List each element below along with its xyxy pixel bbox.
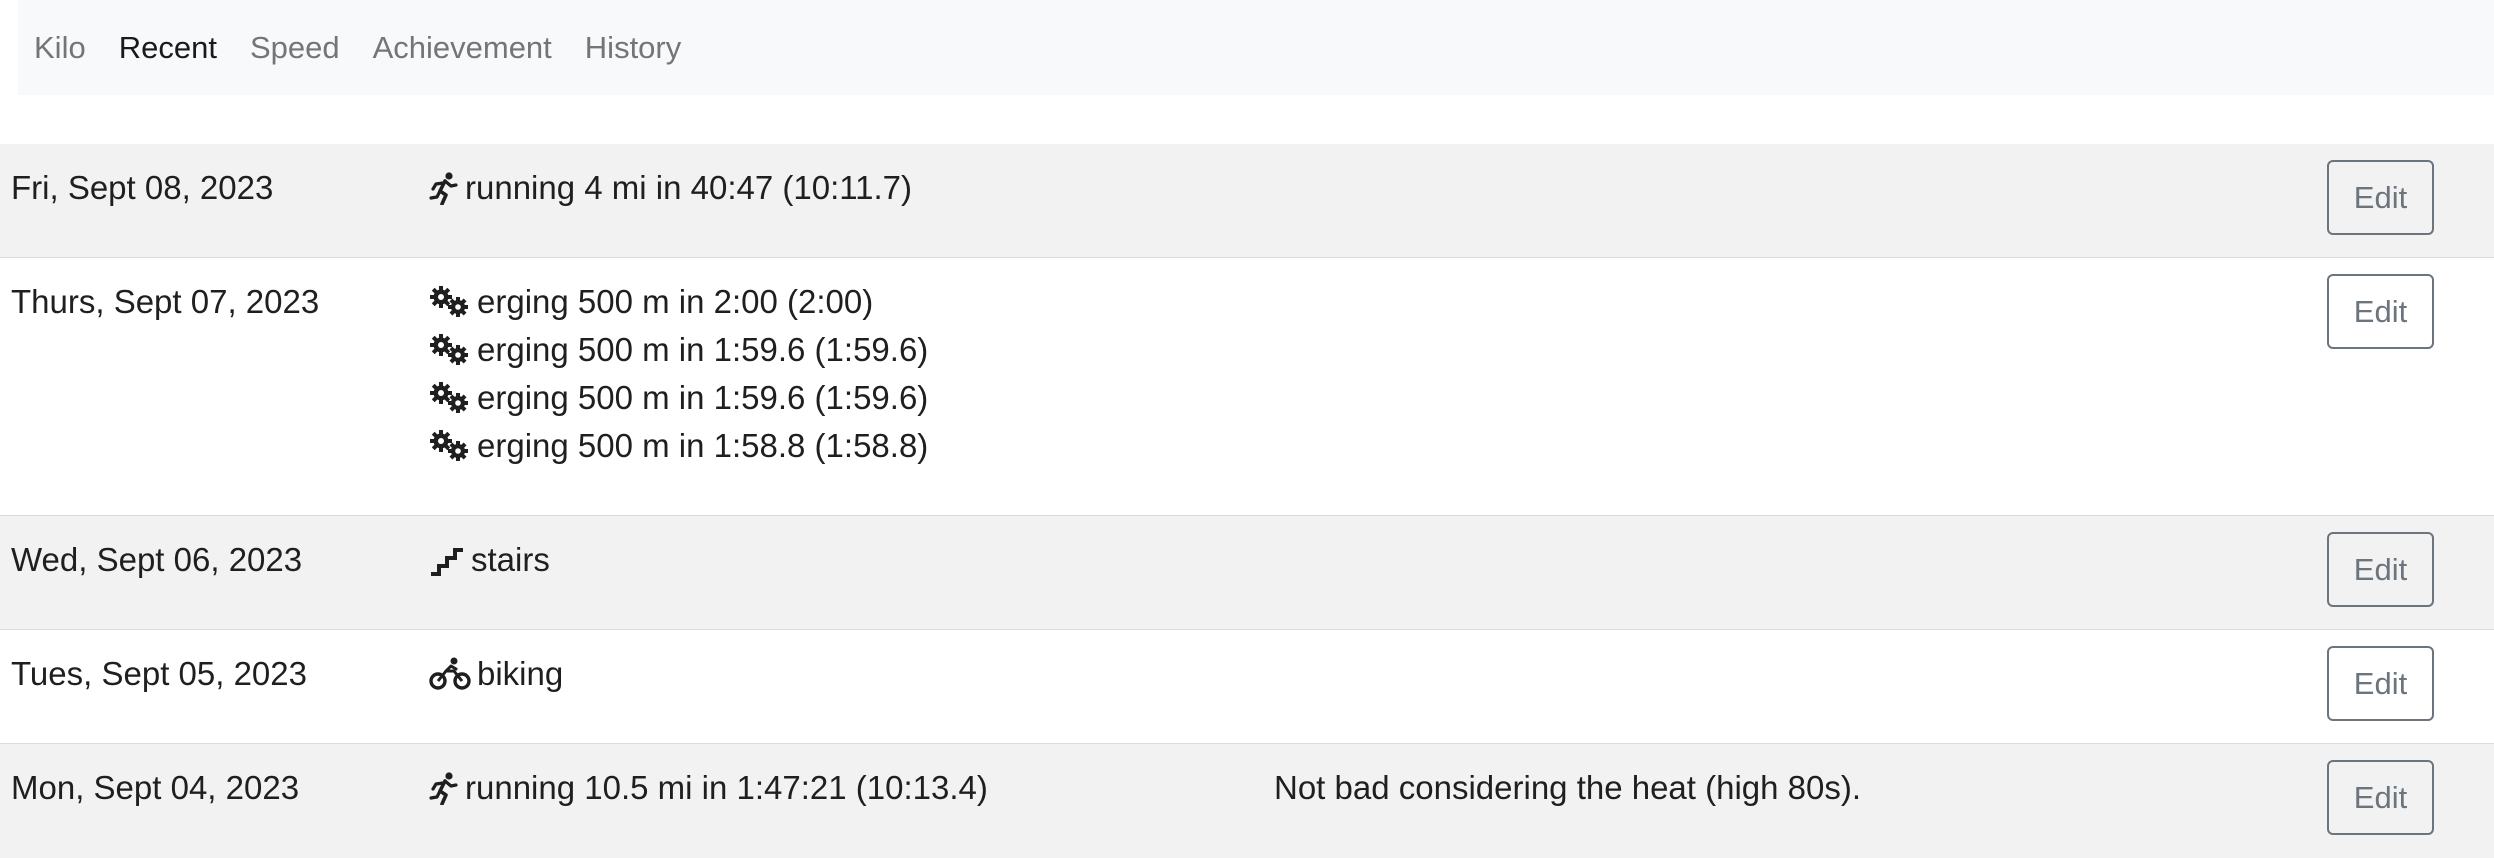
edit-button[interactable]: Edit <box>2327 760 2434 835</box>
activity-text: erging 500 m in 1:59.6 (1:59.6) <box>477 331 929 368</box>
activity-date: Wed, Sept 06, 2023 <box>11 541 303 578</box>
activity-note: Not bad considering the heat (high 80s). <box>1274 769 1862 806</box>
activity-text: running 10.5 mi in 1:47:21 (10:13.4) <box>465 769 988 806</box>
activity-entry: erging 500 m in 1:59.6 (1:59.6) <box>429 326 928 374</box>
stairs-icon <box>429 544 465 576</box>
activity-text: erging 500 m in 1:59.6 (1:59.6) <box>477 379 929 416</box>
activity-entry: erging 500 m in 2:00 (2:00) <box>429 278 928 326</box>
activity-text: erging 500 m in 1:58.8 (1:58.8) <box>477 427 929 464</box>
activity-entry: erging 500 m in 1:58.8 (1:58.8) <box>429 422 928 470</box>
activity-text: biking <box>477 655 564 692</box>
bicycle-icon <box>429 657 471 691</box>
activity-date: Tues, Sept 05, 2023 <box>11 655 307 692</box>
table-row: Tues, Sept 05, 2023 biking Edit <box>0 630 2494 744</box>
activity-entry: stairs <box>429 536 550 584</box>
nav-item-history[interactable]: History <box>585 32 681 63</box>
activity-list: running 4 mi in 40:47 (10:11.7) <box>429 164 912 212</box>
activity-entry: erging 500 m in 1:59.6 (1:59.6) <box>429 374 928 422</box>
nav-item-achievement[interactable]: Achievement <box>373 32 552 63</box>
nav-item-recent[interactable]: Recent <box>119 32 217 63</box>
activity-list: erging 500 m in 2:00 (2:00) erging 500 m… <box>429 278 928 470</box>
activity-text: running 4 mi in 40:47 (10:11.7) <box>465 169 912 206</box>
gears-icon <box>429 333 471 367</box>
activity-date: Thurs, Sept 07, 2023 <box>11 283 320 320</box>
edit-button[interactable]: Edit <box>2327 160 2434 235</box>
edit-button[interactable]: Edit <box>2327 532 2434 607</box>
activity-list: stairs <box>429 536 550 584</box>
gears-icon <box>429 381 471 415</box>
activity-date: Fri, Sept 08, 2023 <box>11 169 274 206</box>
activity-date: Mon, Sept 04, 2023 <box>11 769 300 806</box>
activity-entry: biking <box>429 650 563 698</box>
table-row: Thurs, Sept 07, 2023 erging 500 m in 2:0… <box>0 258 2494 516</box>
edit-button[interactable]: Edit <box>2327 274 2434 349</box>
running-icon <box>429 771 459 805</box>
nav-item-kilo[interactable]: Kilo <box>34 32 86 63</box>
edit-button[interactable]: Edit <box>2327 646 2434 721</box>
running-icon <box>429 171 459 205</box>
activity-text: stairs <box>471 541 550 578</box>
top-navbar: Kilo Recent Speed Achievement History <box>18 0 2494 95</box>
table-row: Wed, Sept 06, 2023 stairs Edit <box>0 516 2494 630</box>
table-row: Fri, Sept 08, 2023 running 4 mi in 40:47… <box>0 144 2494 258</box>
activity-list: running 10.5 mi in 1:47:21 (10:13.4) <box>429 764 988 812</box>
nav-item-speed[interactable]: Speed <box>250 32 340 63</box>
gears-icon <box>429 429 471 463</box>
activity-text: erging 500 m in 2:00 (2:00) <box>477 283 874 320</box>
activity-entry: running 10.5 mi in 1:47:21 (10:13.4) <box>429 764 988 812</box>
activity-entry: running 4 mi in 40:47 (10:11.7) <box>429 164 912 212</box>
table-row: Mon, Sept 04, 2023 running 10.5 mi in 1:… <box>0 744 2494 858</box>
activity-table: Fri, Sept 08, 2023 running 4 mi in 40:47… <box>0 144 2494 858</box>
activity-list: biking <box>429 650 563 698</box>
gears-icon <box>429 285 471 319</box>
